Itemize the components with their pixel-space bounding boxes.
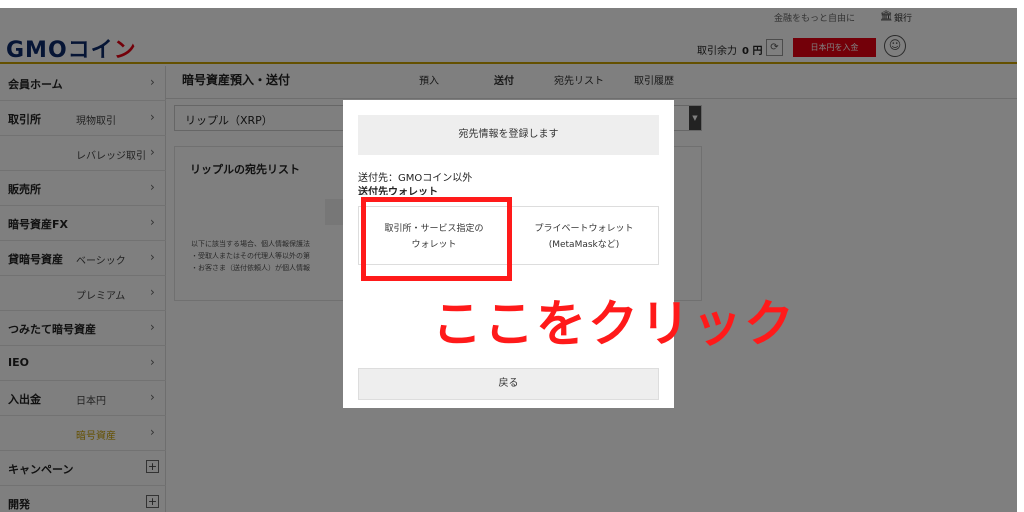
modal-title: 宛先情報を登録します xyxy=(358,115,659,155)
page: GMOコイン 金融をもっと自由に 🏛 銀行 取引余力 0 円 ⟳ 日本円を入金 … xyxy=(0,8,1017,512)
annotation-highlight xyxy=(361,197,512,281)
option-label: (MetaMaskなど) xyxy=(548,240,620,250)
option-label: プライベートウォレット xyxy=(534,224,634,234)
screenshot-frame: GMOコイン 金融をもっと自由に 🏛 銀行 取引余力 0 円 ⟳ 日本円を入金 … xyxy=(0,0,1024,512)
wallet-heading: 送付先ウォレット xyxy=(358,187,438,195)
right-margin xyxy=(1017,0,1024,512)
destination-type: 送付先：GMOコイン以外 xyxy=(358,173,473,184)
back-button[interactable]: 戻る xyxy=(358,368,659,400)
private-wallet-option[interactable]: プライベートウォレット (MetaMaskなど) xyxy=(510,207,658,264)
annotation-callout: ここをクリック xyxy=(432,295,796,353)
